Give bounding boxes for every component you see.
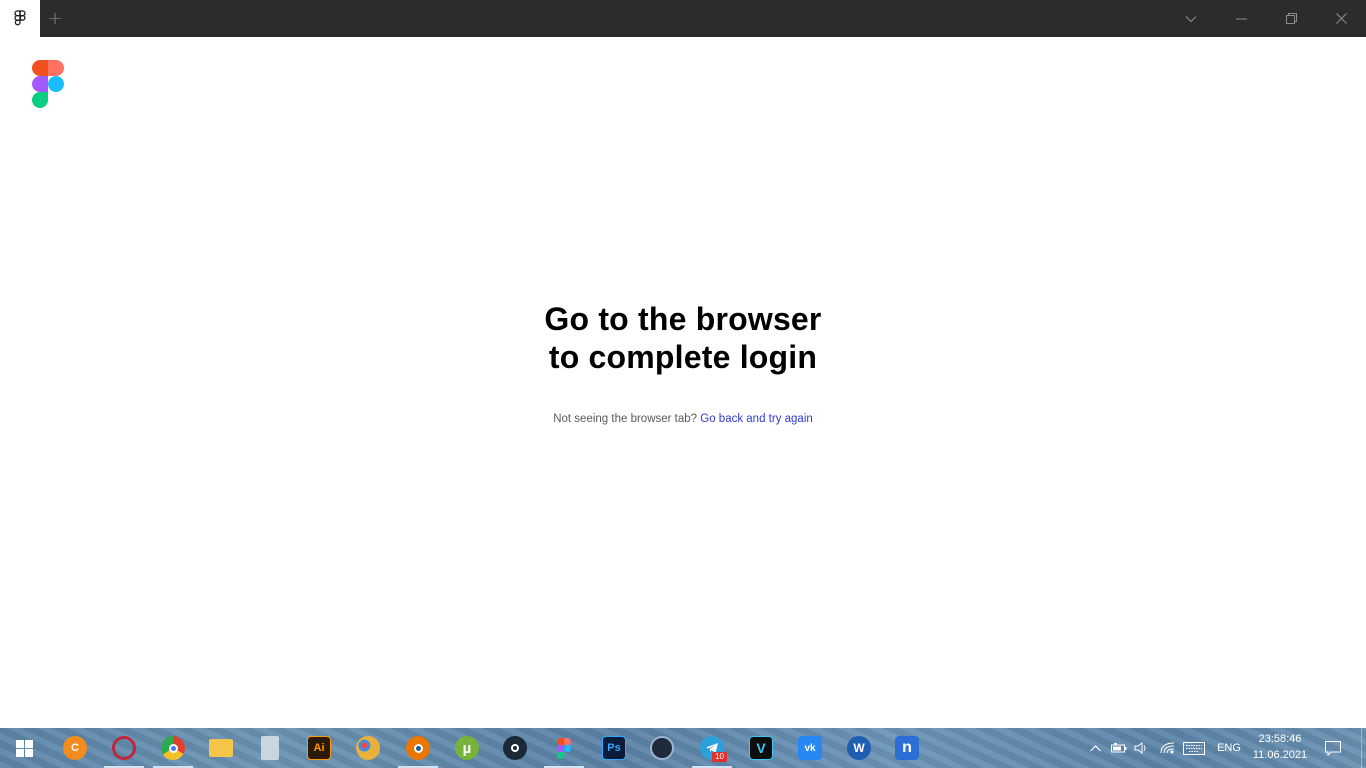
figma-logo — [32, 60, 64, 113]
taskbar-paint[interactable] — [344, 728, 392, 768]
touch-keyboard-button[interactable] — [1181, 728, 1207, 768]
battery-icon — [1111, 743, 1127, 753]
page-title: Go to the browser to complete login — [0, 300, 1366, 376]
taskbar-cinema4d[interactable] — [638, 728, 686, 768]
wrike-icon: W — [847, 736, 871, 760]
show-desktop-button[interactable] — [1361, 728, 1366, 768]
speaker-icon — [1134, 742, 1146, 754]
tab-list-button[interactable] — [1166, 0, 1216, 37]
calculator-icon — [261, 736, 279, 760]
chrome-icon — [161, 736, 185, 760]
title-bar: + — [0, 0, 1366, 37]
clock-date: 11.06.2021 — [1252, 749, 1308, 761]
minimize-button[interactable] — [1216, 0, 1266, 37]
chevron-up-icon — [1089, 744, 1101, 751]
paint-icon — [356, 736, 380, 760]
ccleaner-icon: C — [63, 736, 87, 760]
action-center-button[interactable] — [1320, 728, 1346, 768]
taskbar-photoshop[interactable]: Ps — [590, 728, 638, 768]
battery-button[interactable] — [1108, 728, 1130, 768]
start-button[interactable] — [0, 728, 48, 768]
taskbar-figma[interactable] — [540, 728, 588, 768]
volume-button[interactable] — [1131, 728, 1151, 768]
go-back-link[interactable]: Go back and try again — [700, 413, 813, 425]
utorrent-icon: µ — [455, 736, 479, 760]
taskbar-chrome[interactable] — [149, 728, 197, 768]
folder-icon — [209, 739, 233, 757]
vk-icon: vk — [798, 736, 822, 760]
taskbar-file-explorer[interactable] — [197, 728, 245, 768]
taskbar-blender[interactable] — [394, 728, 442, 768]
steam-icon — [503, 736, 527, 760]
telegram-badge: 10 — [712, 752, 727, 762]
taskbar-vegas[interactable]: V — [737, 728, 785, 768]
illustrator-icon: Ai — [307, 736, 331, 760]
taskbar-opera[interactable] — [100, 728, 148, 768]
taskbar-telegram[interactable] — [688, 728, 736, 768]
home-tab[interactable] — [0, 0, 40, 37]
hint-label: Not seeing the browser tab? — [553, 413, 698, 425]
restore-button[interactable] — [1266, 0, 1316, 37]
minimize-icon — [1235, 18, 1247, 19]
hint-text: Not seeing the browser tab? Go back and … — [0, 413, 1366, 425]
close-icon — [1335, 13, 1347, 24]
show-hidden-icons-button[interactable] — [1086, 728, 1104, 768]
opera-icon — [112, 736, 136, 760]
blender-icon — [406, 736, 430, 760]
network-button[interactable] — [1156, 728, 1178, 768]
taskbar-n-app[interactable]: n — [883, 728, 931, 768]
close-button[interactable] — [1316, 0, 1366, 37]
figma-icon — [14, 10, 26, 26]
photoshop-icon: Ps — [602, 736, 626, 760]
taskbar-wrike[interactable]: W — [835, 728, 883, 768]
language-indicator[interactable]: ENG — [1212, 728, 1246, 768]
chevron-down-icon — [1185, 15, 1197, 22]
cinema4d-icon — [650, 736, 674, 760]
taskbar-steam[interactable] — [491, 728, 539, 768]
restore-icon — [1285, 13, 1297, 24]
title-line-2: to complete login — [548, 339, 818, 375]
n-app-icon: n — [895, 736, 919, 760]
new-tab-button[interactable]: + — [40, 0, 70, 37]
taskbar-calculator[interactable] — [246, 728, 294, 768]
wifi-icon — [1160, 742, 1174, 754]
keyboard-icon — [1183, 741, 1205, 755]
clock-time: 23:58:46 — [1258, 733, 1302, 745]
taskbar-utorrent[interactable]: µ — [443, 728, 491, 768]
notification-icon — [1325, 740, 1341, 756]
figma-taskbar-icon — [552, 736, 576, 760]
clock[interactable]: 23:58:46 11.06.2021 — [1248, 731, 1312, 763]
taskbar-vk[interactable]: vk — [786, 728, 834, 768]
taskbar-illustrator[interactable]: Ai — [295, 728, 343, 768]
windows-start-icon — [15, 739, 33, 757]
title-line-1: Go to the browser — [544, 301, 822, 337]
vegas-icon: V — [749, 736, 773, 760]
taskbar-ccleaner[interactable]: C — [51, 728, 99, 768]
